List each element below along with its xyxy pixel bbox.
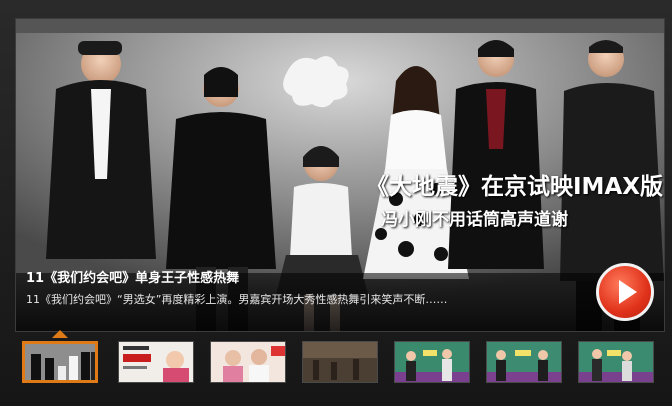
thumbnail-1[interactable] bbox=[22, 341, 98, 383]
thumbnail-5[interactable] bbox=[394, 341, 470, 383]
slideshow-widget: 《大地震》在京试映IMAX版 冯小刚不用话筒高声道谢 11《我们约会吧》单身王子… bbox=[0, 0, 672, 406]
play-icon bbox=[619, 280, 637, 304]
slide-title-link[interactable]: 11《我们约会吧》单身王子性感热舞 bbox=[26, 267, 239, 286]
thumbnail-2[interactable] bbox=[118, 341, 194, 383]
featured-slide[interactable]: 《大地震》在京试映IMAX版 冯小刚不用话筒高声道谢 11《我们约会吧》单身王子… bbox=[15, 18, 665, 332]
overlay-subheadline: 冯小刚不用话筒高声道谢 bbox=[381, 210, 568, 230]
thumbnail-strip bbox=[22, 336, 662, 392]
thumbnail-7[interactable] bbox=[578, 341, 654, 383]
slide-description: 11《我们约会吧》“男选女”再度精彩上演。男嘉宾开场大秀性感热舞引来笑声不断…… bbox=[26, 293, 448, 306]
thumbnail-4[interactable] bbox=[302, 341, 378, 383]
play-button[interactable] bbox=[596, 263, 654, 321]
thumbnail-6[interactable] bbox=[486, 341, 562, 383]
overlay-headline: 《大地震》在京试映IMAX版 bbox=[366, 174, 663, 200]
thumbnail-3[interactable] bbox=[210, 341, 286, 383]
